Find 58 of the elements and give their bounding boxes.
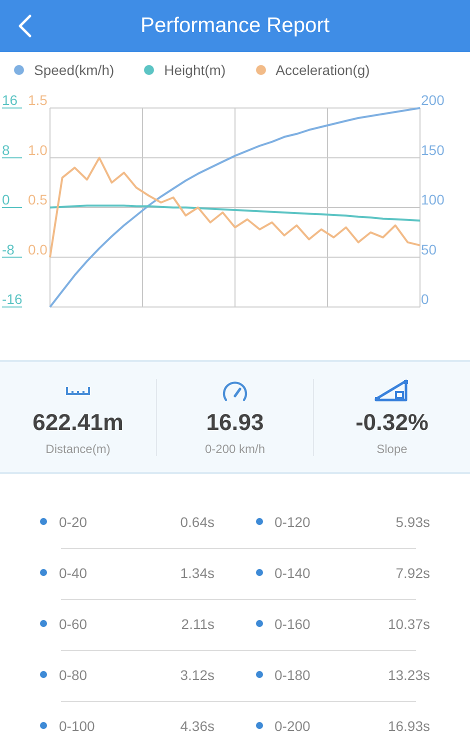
speed-range: 0-40	[59, 564, 88, 580]
bullet-dot	[256, 518, 262, 525]
stat-value: 16.93	[206, 408, 264, 436]
stat-label: Slope	[376, 442, 408, 456]
bullet-dot	[40, 620, 47, 627]
split-time: 3.12s	[180, 666, 214, 682]
split-time: 7.92s	[396, 564, 430, 580]
split-time: 4.36s	[180, 718, 214, 734]
split-time: 13.23s	[388, 666, 430, 682]
axis-tick-label: 100	[421, 192, 444, 208]
stat-label: 0-200 km/h	[204, 442, 266, 456]
speed-range: 0-180	[274, 666, 310, 682]
axis-tick-label: 150	[421, 142, 444, 158]
bullet-dot	[256, 569, 262, 576]
legend-label: Height(m)	[164, 62, 226, 78]
bullet-dot	[256, 671, 262, 678]
axis-tick-label: 50	[421, 241, 437, 258]
split-time: 10.37s	[388, 616, 430, 632]
axis-tick-label: 8	[2, 142, 10, 158]
speed-range: 0-20	[59, 514, 88, 530]
legend-label: Acceleration(g)	[276, 62, 370, 78]
axis-tick-label: 0	[2, 192, 10, 208]
speed-range: 0-100	[59, 718, 95, 734]
speed-range: 0-80	[59, 666, 88, 682]
axis-tick-label: 0.5	[28, 192, 48, 208]
split-time: 16.93s	[388, 718, 430, 734]
axis-tick-label: 16	[2, 92, 18, 108]
back-icon[interactable]	[18, 14, 32, 38]
page-title: Performance Report	[140, 14, 330, 38]
speedometer-icon	[221, 378, 249, 402]
bullet-dot	[256, 722, 262, 729]
bullet-dot	[40, 569, 47, 576]
stat-value: -0.32%	[356, 408, 428, 436]
split-time: 1.34s	[180, 564, 214, 580]
split-time: 5.93s	[396, 514, 430, 530]
split-time: 0.64s	[180, 514, 214, 530]
speed-range: 0-60	[59, 616, 88, 632]
axis-tick-label: -16	[2, 291, 22, 307]
ruler-icon	[66, 386, 90, 396]
axis-tick-label: 200	[421, 92, 444, 108]
slope-icon	[374, 378, 410, 402]
split-time: 2.11s	[181, 616, 214, 632]
axis-tick-label: -8	[2, 241, 14, 258]
axis-tick-label: 0	[421, 291, 429, 307]
axis-tick-label: 1.0	[28, 142, 48, 158]
axis-tick-label: 0.0	[28, 241, 48, 258]
stat-value: 622.41m	[32, 408, 124, 436]
stat-label: Distance(m)	[46, 442, 110, 456]
speed-range: 0-120	[274, 514, 310, 530]
speed-range: 0-200	[274, 718, 310, 734]
bullet-dot	[40, 671, 47, 678]
speed-range: 0-140	[274, 564, 310, 580]
bullet-dot	[256, 620, 262, 627]
bullet-dot	[40, 518, 47, 525]
axis-tick-label: 1.5	[28, 92, 48, 108]
speed-range: 0-160	[274, 616, 310, 632]
bullet-dot	[40, 722, 47, 729]
legend-label: Speed(km/h)	[34, 62, 114, 78]
